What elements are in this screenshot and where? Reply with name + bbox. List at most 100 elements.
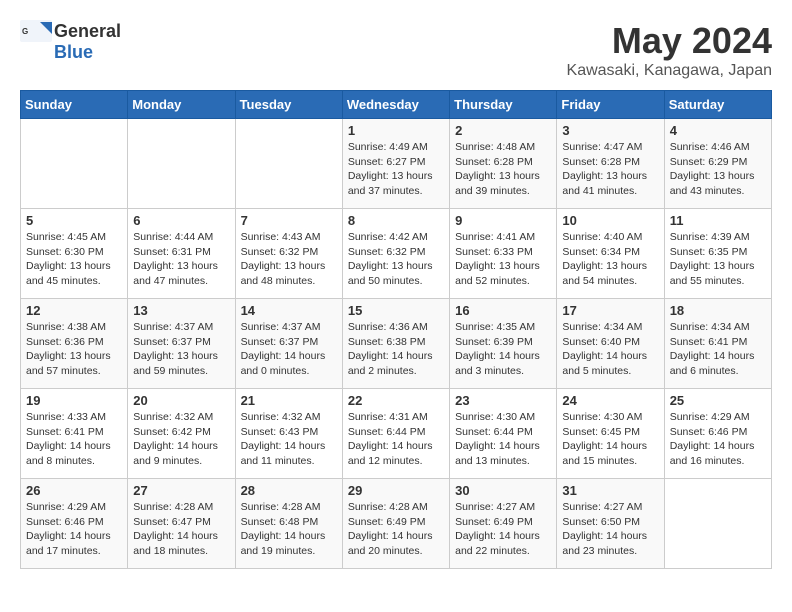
day-info-text: Sunrise: 4:39 AM Sunset: 6:35 PM Dayligh… — [670, 230, 766, 289]
day-number: 5 — [26, 213, 122, 228]
day-number: 23 — [455, 393, 551, 408]
day-number: 17 — [562, 303, 658, 318]
day-info-text: Sunrise: 4:37 AM Sunset: 6:37 PM Dayligh… — [241, 320, 337, 379]
day-number: 24 — [562, 393, 658, 408]
day-number: 19 — [26, 393, 122, 408]
calendar-day-13: 13Sunrise: 4:37 AM Sunset: 6:37 PM Dayli… — [128, 299, 235, 389]
day-header-friday: Friday — [557, 91, 664, 119]
day-info-text: Sunrise: 4:33 AM Sunset: 6:41 PM Dayligh… — [26, 410, 122, 469]
day-info-text: Sunrise: 4:44 AM Sunset: 6:31 PM Dayligh… — [133, 230, 229, 289]
day-info-text: Sunrise: 4:34 AM Sunset: 6:40 PM Dayligh… — [562, 320, 658, 379]
calendar-day-empty — [664, 479, 771, 569]
day-number: 14 — [241, 303, 337, 318]
day-number: 27 — [133, 483, 229, 498]
logo-blue-text: Blue — [54, 42, 93, 63]
day-info-text: Sunrise: 4:28 AM Sunset: 6:49 PM Dayligh… — [348, 500, 444, 559]
title-block: May 2024 Kawasaki, Kanagawa, Japan — [567, 20, 772, 80]
calendar-day-5: 5 Sunrise: 4:45 AM Sunset: 6:30 PM Daylig… — [21, 209, 128, 299]
calendar-day-12: 12 Sunrise: 4:38 AM Sunset: 6:36 PM Dayli… — [21, 299, 128, 389]
day-info-text: Sunrise: 4:32 AM Sunset: 6:42 PM Dayligh… — [133, 410, 229, 469]
calendar-day-empty — [235, 119, 342, 209]
calendar-day-17: 17 Sunrise: 4:34 AM Sunset: 6:40 PM Dayli… — [557, 299, 664, 389]
day-info-text: Sunrise: 4:36 AM Sunset: 6:38 PM Dayligh… — [348, 320, 444, 379]
calendar-day-3: 3 Sunrise: 4:47 AM Sunset: 6:28 PM Daylig… — [557, 119, 664, 209]
day-info-text: Sunrise: 4:48 AM Sunset: 6:28 PM Dayligh… — [455, 140, 551, 199]
calendar-day-7: 7 Sunrise: 4:43 AM Sunset: 6:32 PM Daylig… — [235, 209, 342, 299]
day-number: 4 — [670, 123, 766, 138]
day-info-text: Sunrise: 4:37 AM Sunset: 6:37 PM Dayligh… — [133, 320, 229, 379]
day-number: 25 — [670, 393, 766, 408]
day-number: 9 — [455, 213, 551, 228]
day-info-text: Sunrise: 4:29 AM Sunset: 6:46 PM Dayligh… — [26, 500, 122, 559]
calendar-day-10: 10Sunrise: 4:40 AM Sunset: 6:34 PM Dayli… — [557, 209, 664, 299]
day-info-text: Sunrise: 4:29 AM Sunset: 6:46 PM Dayligh… — [670, 410, 766, 469]
day-info-text: Sunrise: 4:27 AM Sunset: 6:49 PM Dayligh… — [455, 500, 551, 559]
calendar-day-8: 8 Sunrise: 4:42 AM Sunset: 6:32 PM Daylig… — [342, 209, 449, 299]
day-info-text: Sunrise: 4:30 AM Sunset: 6:45 PM Dayligh… — [562, 410, 658, 469]
calendar-day-empty — [128, 119, 235, 209]
day-info-text: Sunrise: 4:46 AM Sunset: 6:29 PM Dayligh… — [670, 140, 766, 199]
day-number: 1 — [348, 123, 444, 138]
day-info-text: Sunrise: 4:28 AM Sunset: 6:47 PM Dayligh… — [133, 500, 229, 559]
day-number: 7 — [241, 213, 337, 228]
calendar-day-1: 1 Sunrise: 4:49 AM Sunset: 6:27 PM Daylig… — [342, 119, 449, 209]
day-info-text: Sunrise: 4:27 AM Sunset: 6:50 PM Dayligh… — [562, 500, 658, 559]
calendar-week-row: 1 Sunrise: 4:49 AM Sunset: 6:27 PM Daylig… — [21, 119, 772, 209]
day-info-text: Sunrise: 4:28 AM Sunset: 6:48 PM Dayligh… — [241, 500, 337, 559]
day-number: 12 — [26, 303, 122, 318]
logo-icon: G — [20, 20, 52, 42]
day-number: 26 — [26, 483, 122, 498]
day-number: 6 — [133, 213, 229, 228]
calendar-day-16: 16Sunrise: 4:35 AM Sunset: 6:39 PM Dayli… — [450, 299, 557, 389]
day-info-text: Sunrise: 4:41 AM Sunset: 6:33 PM Dayligh… — [455, 230, 551, 289]
day-number: 3 — [562, 123, 658, 138]
day-number: 11 — [670, 213, 766, 228]
calendar-header-row: SundayMondayTuesdayWednesdayThursdayFrid… — [21, 91, 772, 119]
day-info-text: Sunrise: 4:47 AM Sunset: 6:28 PM Dayligh… — [562, 140, 658, 199]
calendar-day-23: 23 Sunrise: 4:30 AM Sunset: 6:44 PM Dayli… — [450, 389, 557, 479]
calendar-day-6: 6 Sunrise: 4:44 AM Sunset: 6:31 PM Daylig… — [128, 209, 235, 299]
day-number: 8 — [348, 213, 444, 228]
day-number: 18 — [670, 303, 766, 318]
day-number: 22 — [348, 393, 444, 408]
calendar-week-row: 19 Sunrise: 4:33 AM Sunset: 6:41 PM Dayli… — [21, 389, 772, 479]
location-text: Kawasaki, Kanagawa, Japan — [567, 62, 772, 80]
day-info-text: Sunrise: 4:31 AM Sunset: 6:44 PM Dayligh… — [348, 410, 444, 469]
calendar-day-22: 22 Sunrise: 4:31 AM Sunset: 6:44 PM Dayli… — [342, 389, 449, 479]
calendar-day-14: 14 Sunrise: 4:37 AM Sunset: 6:37 PM Dayli… — [235, 299, 342, 389]
day-number: 16 — [455, 303, 551, 318]
calendar-day-28: 28Sunrise: 4:28 AM Sunset: 6:48 PM Dayli… — [235, 479, 342, 569]
day-number: 30 — [455, 483, 551, 498]
calendar-day-24: 24 Sunrise: 4:30 AM Sunset: 6:45 PM Dayli… — [557, 389, 664, 479]
day-number: 15 — [348, 303, 444, 318]
page-header: G General Blue May 2024 Kawasaki, Kanaga… — [20, 20, 772, 80]
calendar-day-31: 31 Sunrise: 4:27 AM Sunset: 6:50 PM Dayli… — [557, 479, 664, 569]
day-number: 29 — [348, 483, 444, 498]
day-info-text: Sunrise: 4:30 AM Sunset: 6:44 PM Dayligh… — [455, 410, 551, 469]
calendar-week-row: 26 Sunrise: 4:29 AM Sunset: 6:46 PM Dayli… — [21, 479, 772, 569]
calendar-day-27: 27 Sunrise: 4:28 AM Sunset: 6:47 PM Dayli… — [128, 479, 235, 569]
day-header-saturday: Saturday — [664, 91, 771, 119]
day-info-text: Sunrise: 4:45 AM Sunset: 6:30 PM Dayligh… — [26, 230, 122, 289]
day-header-tuesday: Tuesday — [235, 91, 342, 119]
day-info-text: Sunrise: 4:49 AM Sunset: 6:27 PM Dayligh… — [348, 140, 444, 199]
calendar-week-row: 5 Sunrise: 4:45 AM Sunset: 6:30 PM Daylig… — [21, 209, 772, 299]
day-header-thursday: Thursday — [450, 91, 557, 119]
day-header-monday: Monday — [128, 91, 235, 119]
calendar-day-18: 18Sunrise: 4:34 AM Sunset: 6:41 PM Dayli… — [664, 299, 771, 389]
calendar-day-30: 30 Sunrise: 4:27 AM Sunset: 6:49 PM Dayli… — [450, 479, 557, 569]
calendar-day-25: 25 Sunrise: 4:29 AM Sunset: 6:46 PM Dayli… — [664, 389, 771, 479]
day-info-text: Sunrise: 4:38 AM Sunset: 6:36 PM Dayligh… — [26, 320, 122, 379]
calendar-table: SundayMondayTuesdayWednesdayThursdayFrid… — [20, 90, 772, 569]
calendar-day-15: 15 Sunrise: 4:36 AM Sunset: 6:38 PM Dayli… — [342, 299, 449, 389]
day-info-text: Sunrise: 4:42 AM Sunset: 6:32 PM Dayligh… — [348, 230, 444, 289]
calendar-day-4: 4 Sunrise: 4:46 AM Sunset: 6:29 PM Daylig… — [664, 119, 771, 209]
day-info-text: Sunrise: 4:43 AM Sunset: 6:32 PM Dayligh… — [241, 230, 337, 289]
calendar-day-20: 20Sunrise: 4:32 AM Sunset: 6:42 PM Dayli… — [128, 389, 235, 479]
day-number: 31 — [562, 483, 658, 498]
day-header-wednesday: Wednesday — [342, 91, 449, 119]
calendar-week-row: 12 Sunrise: 4:38 AM Sunset: 6:36 PM Dayli… — [21, 299, 772, 389]
logo: G General Blue — [20, 20, 121, 63]
calendar-day-21: 21Sunrise: 4:32 AM Sunset: 6:43 PM Dayli… — [235, 389, 342, 479]
svg-text:G: G — [22, 27, 28, 36]
